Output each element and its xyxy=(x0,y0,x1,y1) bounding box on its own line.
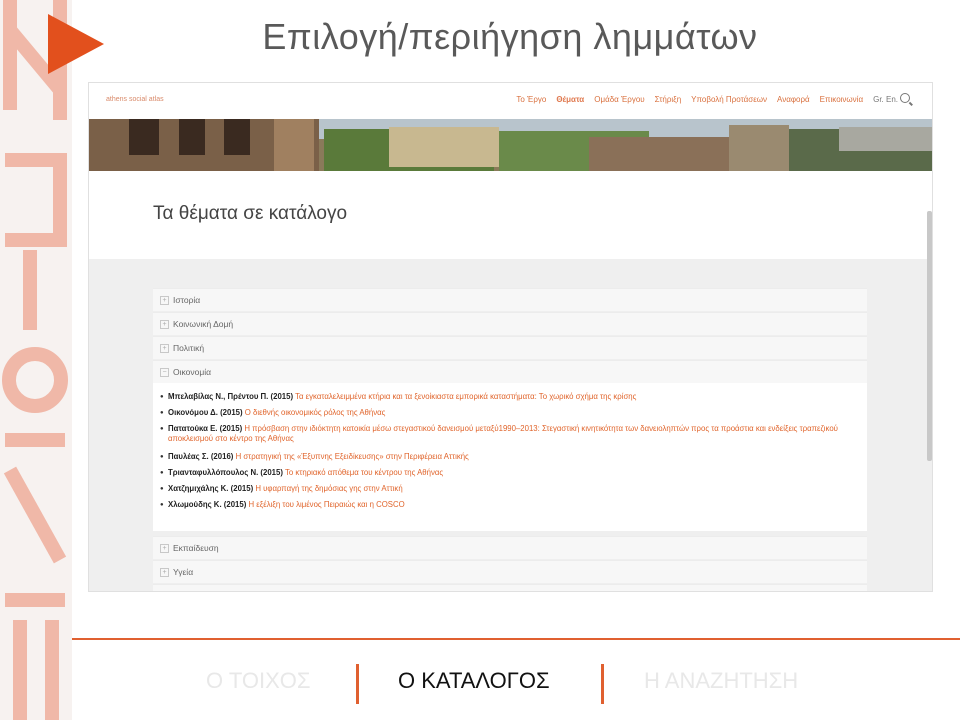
plus-icon: + xyxy=(160,568,169,577)
reference-item: Τριανταφυλλόπουλος Ν. (2015) Το κτηριακό… xyxy=(160,468,858,478)
decorative-logo-strip xyxy=(0,0,72,720)
reference-item: Οικονόμου Δ. (2015) Ο διεθνής οικονομικό… xyxy=(160,408,858,418)
search-icon[interactable] xyxy=(900,93,910,103)
reference-link[interactable]: Η εξέλιξη του λιμένος Πειραιώς και η COS… xyxy=(248,500,404,509)
accordion-label: Οικονομία xyxy=(173,367,212,377)
page-heading: Τα θέματα σε κατάλογο xyxy=(153,203,348,224)
accordion-item-next[interactable] xyxy=(153,584,867,591)
tab-wall[interactable]: Ο ΤΟΙΧΟΣ xyxy=(206,668,310,694)
plus-icon: + xyxy=(160,344,169,353)
reference-author: Χατζημιχάλης Κ. (2015) xyxy=(168,484,254,493)
reference-link[interactable]: Το κτηριακό απόθεμα του κέντρου της Αθήν… xyxy=(285,468,443,477)
accordion-label: Υγεία xyxy=(173,567,194,577)
hero-image xyxy=(89,119,932,171)
reference-author: Πατατούκα Ε. (2015) xyxy=(168,424,243,433)
expanded-panel-economy: Μπελαβίλας Ν., Πρέντου Π. (2015) Τα εγκα… xyxy=(153,383,867,531)
tab-search[interactable]: Η ΑΝΑΖΗΤΗΣΗ xyxy=(644,668,798,694)
reference-link[interactable]: Ο διεθνής οικονομικός ρόλος της Αθήνας xyxy=(245,408,386,417)
nav-item-submit[interactable]: Υποβολή Προτάσεων xyxy=(691,95,767,104)
reference-item: Χατζημιχάλης Κ. (2015) Η υφαρπαγή της δη… xyxy=(160,484,858,494)
site-logo[interactable]: athens social atlas xyxy=(106,96,164,103)
plus-icon: + xyxy=(160,544,169,553)
bottom-tab-bar: Ο ΤΟΙΧΟΣ Ο ΚΑΤΑΛΟΓΟΣ Η ΑΝΑΖΗΤΗΣΗ xyxy=(72,664,960,704)
nav-item-support[interactable]: Στήριξη xyxy=(655,95,682,104)
site-navbar: athens social atlas Το Έργο Θέματα Ομάδα… xyxy=(89,83,932,119)
reference-author: Παυλέας Σ. (2016) xyxy=(168,452,234,461)
accordion-label: Κοινωνική Δομή xyxy=(173,319,234,329)
reference-author: Οικονόμου Δ. (2015) xyxy=(168,408,243,417)
tab-catalog[interactable]: Ο ΚΑΤΑΛΟΓΟΣ xyxy=(398,668,550,694)
reference-author: Χλωμούδης Κ. (2015) xyxy=(168,500,247,509)
plus-icon: + xyxy=(160,320,169,329)
slide-title: Επιλογή/περιήγηση λημμάτων xyxy=(262,16,758,57)
reference-item: Μπελαβίλας Ν., Πρέντου Π. (2015) Τα εγκα… xyxy=(160,392,858,402)
scrollbar[interactable] xyxy=(927,211,932,461)
nav-item-contact[interactable]: Επικοινωνία xyxy=(820,95,863,104)
reference-item: Χλωμούδης Κ. (2015) Η εξέλιξη του λιμένο… xyxy=(160,500,858,510)
reference-link[interactable]: Η υφαρπαγή της δημόσιας γης στην Αττική xyxy=(255,484,402,493)
nav-item-language[interactable]: Gr. En. xyxy=(873,95,898,104)
tab-separator xyxy=(601,664,604,704)
accordion-item-social-structure[interactable]: + Κοινωνική Δομή xyxy=(153,312,867,335)
nav-item-project[interactable]: Το Έργο xyxy=(516,95,546,104)
website-screenshot: athens social atlas Το Έργο Θέματα Ομάδα… xyxy=(88,82,933,592)
accordion-item-politics[interactable]: + Πολιτική xyxy=(153,336,867,359)
accordion-label: Ιστορία xyxy=(173,295,201,305)
accordion-item-economy[interactable]: − Οικονομία xyxy=(153,360,867,383)
nav-item-topics[interactable]: Θέματα xyxy=(556,95,584,104)
bottom-divider xyxy=(72,638,960,640)
reference-item: Πατατούκα Ε. (2015) Η πρόσβαση στην ιδιό… xyxy=(160,424,858,444)
accordion-item-history[interactable]: + Ιστορία xyxy=(153,288,867,311)
tab-separator xyxy=(356,664,359,704)
minus-icon: − xyxy=(160,368,169,377)
plus-icon: + xyxy=(160,296,169,305)
nav-item-team[interactable]: Ομάδα Έργου xyxy=(594,95,644,104)
reference-author: Τριανταφυλλόπουλος Ν. (2015) xyxy=(168,468,283,477)
reference-item: Παυλέας Σ. (2016) Η στρατηγική της «Έξυπ… xyxy=(160,452,858,462)
nav-menu: Το Έργο Θέματα Ομάδα Έργου Στήριξη Υποβο… xyxy=(516,95,898,104)
reference-author: Μπελαβίλας Ν., Πρέντου Π. (2015) xyxy=(168,392,294,401)
reference-link[interactable]: Η στρατηγική της «Έξυπνης Εξειδίκευσης» … xyxy=(236,452,469,461)
accordion-item-health[interactable]: + Υγεία xyxy=(153,560,867,583)
play-arrow-icon xyxy=(48,14,104,74)
accordion-item-education[interactable]: + Εκπαίδευση xyxy=(153,536,867,559)
reference-link[interactable]: Η πρόσβαση στην ιδιόκτητη κατοικία μέσω … xyxy=(168,424,838,443)
accordion-label: Εκπαίδευση xyxy=(173,543,219,553)
accordion-label: Πολιτική xyxy=(173,343,205,353)
reference-link[interactable]: Τα εγκαταλελειμμένα κτήρια και τα ξενοίκ… xyxy=(295,392,636,401)
nav-item-report[interactable]: Αναφορά xyxy=(777,95,810,104)
